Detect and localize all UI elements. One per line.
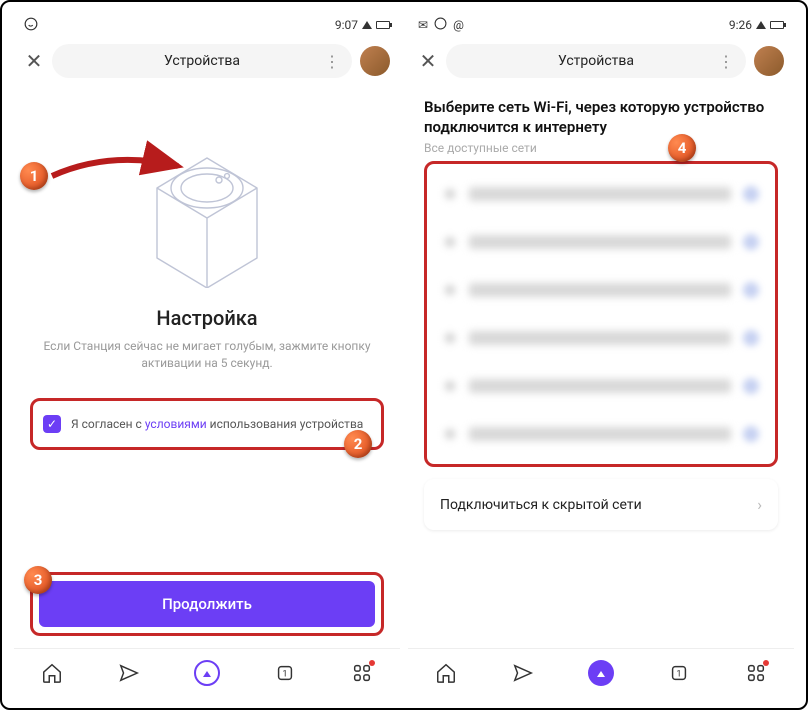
status-bar: 9:07 [14, 14, 400, 36]
terms-agreement-row[interactable]: ✓ Я согласен с условиями использования у… [30, 398, 384, 450]
close-button[interactable]: ✕ [418, 49, 438, 73]
wifi-subtitle: Все доступные сети [424, 141, 778, 155]
alice-icon[interactable] [588, 660, 614, 686]
home-icon[interactable] [41, 662, 63, 684]
signal-icon [362, 21, 372, 29]
alice-icon[interactable] [194, 660, 220, 686]
terms-text: Я согласен с условиями использования уст… [71, 417, 363, 431]
whatsapp-icon [434, 17, 447, 33]
wifi-network-item[interactable] [427, 266, 775, 314]
wifi-heading: Выберите сеть Wi-Fi, через которую устро… [424, 98, 778, 137]
chevron-right-icon: › [757, 495, 762, 514]
services-icon[interactable] [745, 662, 767, 684]
header-title-pill[interactable]: Устройства ⋮ [52, 44, 352, 78]
battery-icon [770, 21, 784, 29]
avatar[interactable] [754, 46, 784, 76]
battery-icon [376, 21, 390, 29]
clock-time: 9:26 [729, 18, 752, 32]
svg-text:1: 1 [677, 669, 682, 679]
continue-button[interactable]: Продолжить [39, 581, 375, 627]
callout-4: 4 [668, 134, 696, 162]
wifi-network-item[interactable] [427, 410, 775, 458]
callout-2: 2 [344, 430, 372, 458]
terms-link[interactable]: условиями [145, 417, 207, 431]
tabs-icon[interactable]: 1 [274, 662, 296, 684]
services-icon[interactable] [351, 662, 373, 684]
wifi-signal-icon [745, 236, 757, 248]
wifi-signal-icon [745, 188, 757, 200]
setup-subtitle: Если Станция сейчас не мигает голубым, з… [30, 338, 384, 372]
wifi-signal-icon [745, 332, 757, 344]
setup-title: Настройка [30, 306, 384, 330]
header-title-pill[interactable]: Устройства ⋮ [446, 44, 746, 78]
signal-icon [756, 21, 766, 29]
header-title: Устройства [558, 53, 634, 69]
wifi-network-list [424, 161, 778, 467]
svg-text:1: 1 [283, 669, 288, 679]
wifi-network-item[interactable] [427, 362, 775, 410]
bottom-nav: 1 [14, 648, 400, 696]
whatsapp-icon [24, 17, 38, 34]
bottom-nav: 1 [408, 648, 794, 696]
kebab-icon[interactable]: ⋮ [324, 52, 340, 71]
close-button[interactable]: ✕ [24, 49, 44, 73]
status-bar: ✉ @ 9:26 [408, 14, 794, 36]
wifi-signal-icon [745, 284, 757, 296]
wifi-network-item[interactable] [427, 170, 775, 218]
arrow-1 [50, 156, 190, 210]
terms-checkbox[interactable]: ✓ [43, 415, 61, 433]
mail-icon: ✉ [418, 18, 428, 32]
header-title: Устройства [164, 53, 240, 69]
wifi-network-item[interactable] [427, 314, 775, 362]
hidden-network-label: Подключиться к скрытой сети [440, 497, 642, 513]
phone-right: ✉ @ 9:26 ✕ Устройства ⋮ Выберите сеть Wi… [408, 14, 794, 696]
send-icon[interactable] [512, 662, 534, 684]
send-icon[interactable] [118, 662, 140, 684]
wifi-signal-icon [745, 428, 757, 440]
kebab-icon[interactable]: ⋮ [718, 52, 734, 71]
callout-1: 1 [20, 162, 48, 190]
home-icon[interactable] [435, 662, 457, 684]
wifi-signal-icon [745, 380, 757, 392]
tabs-icon[interactable]: 1 [668, 662, 690, 684]
at-icon: @ [453, 18, 464, 32]
phone-left: 9:07 ✕ Устройства ⋮ [14, 14, 400, 696]
app-header: ✕ Устройства ⋮ [14, 36, 400, 86]
hidden-network-button[interactable]: Подключиться к скрытой сети › [424, 479, 778, 530]
callout-3: 3 [24, 566, 52, 594]
avatar[interactable] [360, 46, 390, 76]
clock-time: 9:07 [335, 18, 358, 32]
app-header: ✕ Устройства ⋮ [408, 36, 794, 86]
wifi-network-item[interactable] [427, 218, 775, 266]
